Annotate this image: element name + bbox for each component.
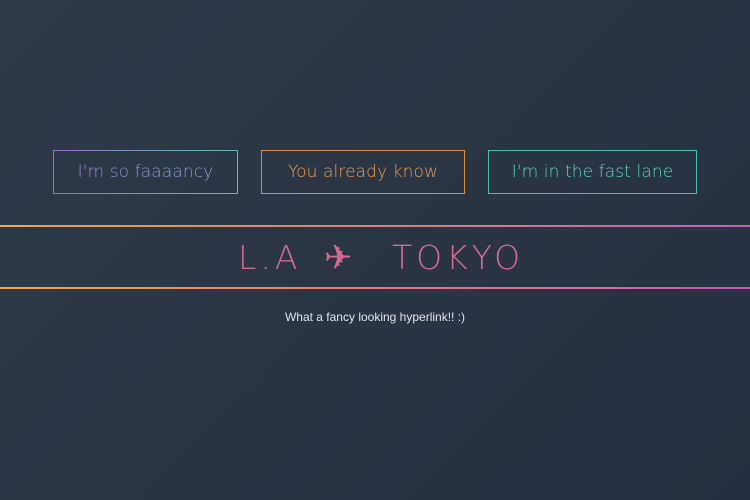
- fast-lane-button-label: I'm in the fast lane: [511, 162, 674, 182]
- already-know-button[interactable]: You already know: [261, 150, 465, 194]
- airplane-icon: ✈: [324, 238, 357, 278]
- fancy-button[interactable]: I'm so faaaancy: [53, 150, 238, 194]
- route-destination: TOKYO: [392, 238, 525, 277]
- fancy-hyperlink[interactable]: What a fancy looking hyperlink!! :): [0, 310, 750, 324]
- route-banner: L.A ✈ TOKYO: [0, 236, 750, 280]
- button-row: I'm so faaaancy You already know I'm in …: [0, 150, 750, 194]
- route-origin: L.A: [238, 238, 302, 277]
- fast-lane-button[interactable]: I'm in the fast lane: [488, 150, 697, 194]
- divider-bottom: [0, 287, 750, 289]
- divider-top: [0, 225, 750, 227]
- already-know-button-label: You already know: [287, 162, 439, 182]
- fancy-button-label: I'm so faaaancy: [77, 162, 214, 182]
